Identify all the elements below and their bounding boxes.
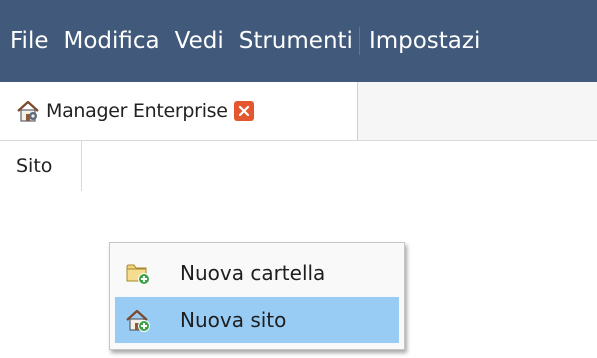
tab-label: Manager Enterprise [46,100,228,122]
menu-separator [358,27,360,55]
menu-item-new-site[interactable]: Nuova sito [115,297,399,343]
close-icon[interactable] [233,101,254,121]
menu-file[interactable]: File [6,28,55,54]
menu-strumenti[interactable]: Strumenti [233,28,359,54]
tab-strip: Manager Enterprise [0,82,597,141]
menu-impostazioni[interactable]: Impostazi [363,28,486,54]
site-button[interactable]: Sito [0,141,82,191]
folder-add-icon [126,261,150,285]
menu-item-label: Nuova sito [180,308,287,332]
context-menu: Nuova cartella Nuova sito [109,242,405,350]
menu-modifica[interactable]: Modifica [58,28,166,54]
menu-bar: File Modifica Vedi Strumenti Impostazi [0,0,597,82]
house-add-icon [126,308,150,332]
menu-item-label: Nuova cartella [180,261,326,285]
tab-manager-enterprise[interactable]: Manager Enterprise [0,82,358,140]
house-gear-icon [16,100,40,122]
site-toolbar: Sito [0,141,597,191]
menu-item-new-folder[interactable]: Nuova cartella [115,250,399,296]
menu-vedi[interactable]: Vedi [169,28,230,54]
